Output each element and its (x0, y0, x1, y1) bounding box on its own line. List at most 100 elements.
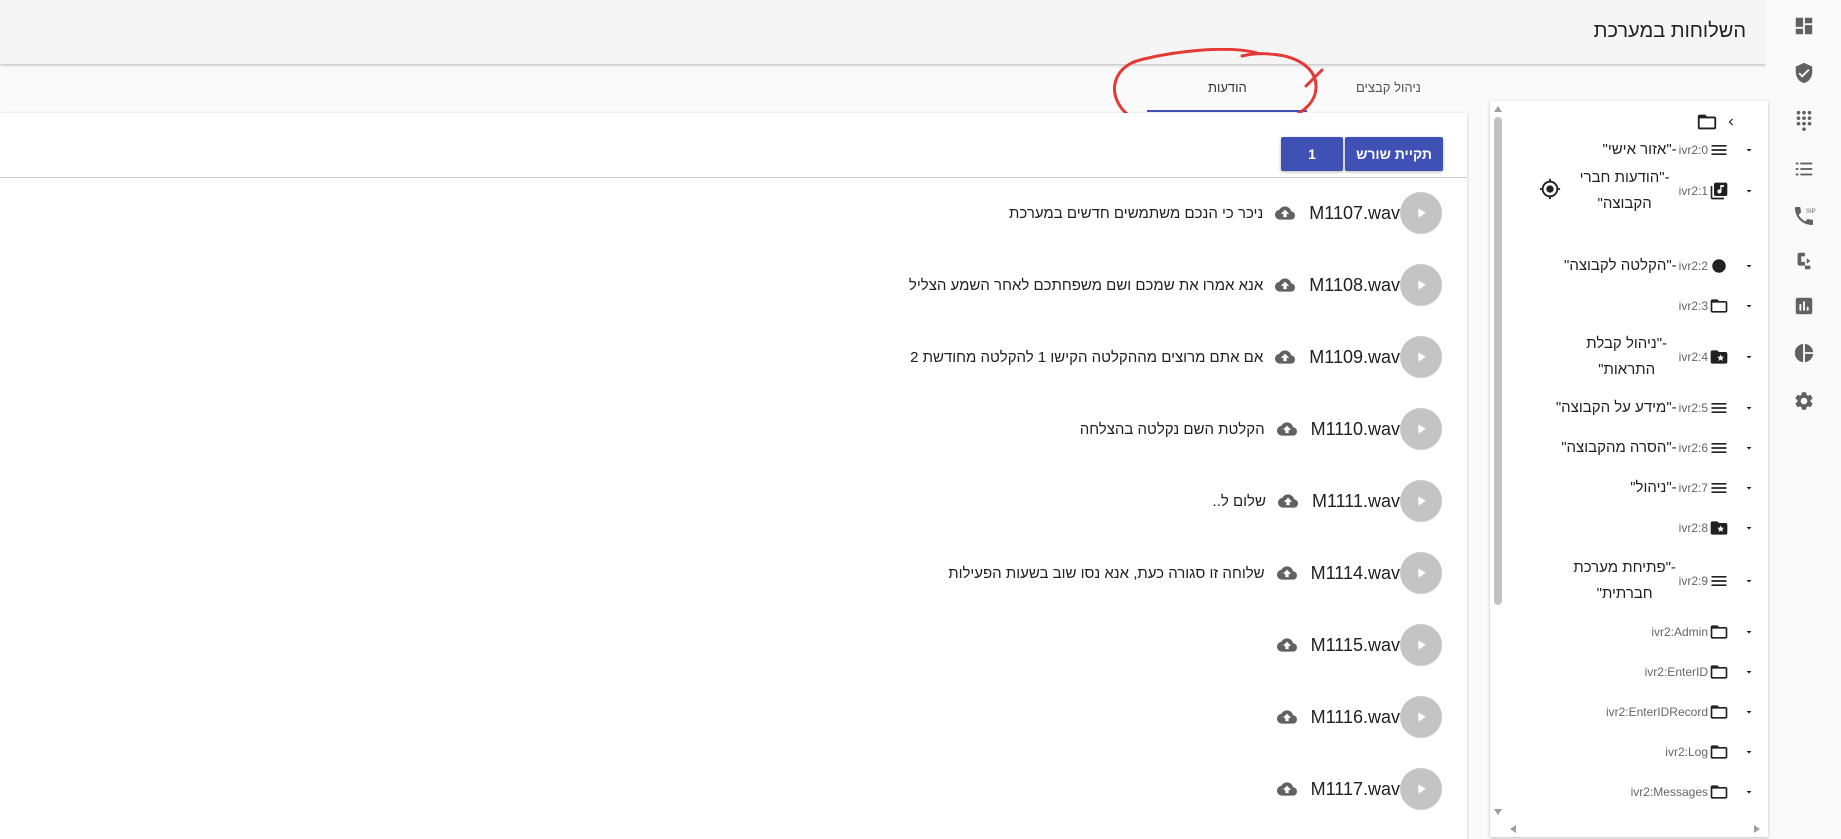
file-row: M1117.wav (1265, 768, 1442, 810)
expand-caret-icon[interactable] (1730, 666, 1768, 678)
cloud-upload-icon[interactable] (1275, 563, 1299, 583)
collapse-chevron-icon[interactable] (1724, 115, 1738, 129)
scroll-right-arrow[interactable] (1754, 825, 1760, 833)
tree-node-ivr2-6[interactable]: ivr2:6 -"הסרה מהקבוצה" (1506, 435, 1768, 461)
star-folder-icon (1708, 347, 1730, 367)
expand-caret-icon[interactable] (1730, 575, 1768, 587)
sip-phone-icon[interactable]: SIP (1766, 192, 1841, 240)
expand-caret-icon[interactable] (1730, 746, 1768, 758)
node-code: ivr2:3 (1678, 299, 1708, 313)
dashboard-icon[interactable] (1766, 2, 1841, 50)
tree-node-ivr2-admin[interactable]: ivr2:Admin (1506, 619, 1768, 645)
tree-root-header[interactable] (1696, 111, 1738, 133)
play-button[interactable] (1400, 768, 1442, 810)
expand-caret-icon[interactable] (1730, 144, 1768, 156)
expand-caret-icon[interactable] (1730, 442, 1768, 454)
folder-icon (1708, 782, 1730, 802)
expand-caret-icon[interactable] (1730, 185, 1768, 197)
file-name: M1117.wav (1310, 778, 1400, 799)
expand-caret-icon[interactable] (1730, 351, 1768, 363)
folder-icon (1708, 702, 1730, 722)
root-folder-button[interactable]: תקיית שורש (1345, 137, 1443, 171)
tree-node-ivr2-messages[interactable]: ivr2:Messages (1506, 779, 1768, 805)
cloud-upload-icon[interactable] (1275, 419, 1299, 439)
tree-node-ivr2-0[interactable]: ivr2:0 -"אזור אישי" (1506, 137, 1768, 163)
tree-node-ivr2-3[interactable]: ivr2:3 (1506, 293, 1768, 319)
expand-caret-icon[interactable] (1730, 402, 1768, 414)
folder-icon (1708, 742, 1730, 762)
node-code: ivr2:8 (1678, 521, 1708, 535)
target-icon[interactable] (1539, 178, 1561, 205)
level-button[interactable]: 1 (1281, 137, 1343, 171)
play-button[interactable] (1400, 480, 1442, 522)
tree-node-ivr2-9[interactable]: ivr2:9 -"פתיחת מערכת חברתית" (1506, 553, 1768, 609)
tree-node-ivr2-4[interactable]: ivr2:4 -"ניהול קבלת התראות" (1506, 329, 1768, 385)
expand-caret-icon[interactable] (1730, 260, 1768, 272)
phone-forward-icon[interactable] (1766, 237, 1841, 285)
folder-icon (1708, 662, 1730, 682)
cloud-upload-icon[interactable] (1275, 635, 1299, 655)
cloud-upload-icon[interactable] (1275, 779, 1299, 799)
cloud-upload-icon[interactable] (1275, 707, 1299, 727)
node-name: -"הודעות חברי הקבוצה" (1579, 169, 1670, 212)
tree-node-ivr2-5[interactable]: ivr2:5 -"מידע על הקבוצה" (1506, 395, 1768, 421)
node-code: ivr2:Admin (1651, 625, 1708, 639)
play-button[interactable] (1400, 624, 1442, 666)
tree-node-ivr2-7[interactable]: ivr2:7 -"ניהול" (1506, 475, 1768, 501)
scroll-left-arrow[interactable] (1510, 825, 1516, 833)
cloud-upload-icon[interactable] (1273, 347, 1297, 367)
tree-node-ivr2-8[interactable]: ivr2:8 (1506, 515, 1768, 541)
verified-shield-icon[interactable] (1766, 49, 1841, 97)
node-name: -"הסרה מהקבוצה" (1561, 439, 1677, 456)
play-button[interactable] (1400, 264, 1442, 306)
node-name: -"ניהול קבלת התראות" (1586, 335, 1668, 378)
bar-chart-icon[interactable] (1766, 282, 1841, 330)
expand-caret-icon[interactable] (1730, 706, 1768, 718)
file-description: אנא אמרו את שמכם ושם משפחתכם לאחר השמע ה… (908, 276, 1264, 294)
scroll-thumb[interactable] (1494, 117, 1502, 605)
file-description: הקלטת השם נקלטה בהצלחה (1079, 420, 1265, 438)
file-description: שלום ל.. (1212, 492, 1266, 510)
expand-caret-icon[interactable] (1730, 522, 1768, 534)
tab-file-management[interactable]: ניהול קבצים (1356, 80, 1421, 95)
tree-node-ivr2-1[interactable]: ivr2:1 -"הודעות חברי הקבוצה" (1506, 163, 1768, 219)
expand-caret-icon[interactable] (1730, 482, 1768, 494)
node-code: ivr2:Log (1665, 745, 1708, 759)
expand-caret-icon[interactable] (1730, 786, 1768, 798)
tree-node-ivr2-enterid[interactable]: ivr2:EnterID (1506, 659, 1768, 685)
node-code: ivr2:Messages (1630, 785, 1708, 799)
tree-node-ivr2-enteridrecord[interactable]: ivr2:EnterIDRecord (1506, 699, 1768, 725)
tree-vertical-scrollbar[interactable] (1492, 103, 1504, 821)
expand-caret-icon[interactable] (1730, 626, 1768, 638)
file-name: M1115.wav (1310, 634, 1400, 655)
scroll-up-arrow[interactable] (1494, 106, 1502, 112)
menu-lines-icon (1708, 571, 1730, 591)
cloud-upload-icon[interactable] (1273, 203, 1297, 223)
cloud-upload-icon[interactable] (1273, 275, 1297, 295)
play-button[interactable] (1400, 696, 1442, 738)
list-icon[interactable] (1766, 145, 1841, 193)
tree-node-ivr2-log[interactable]: ivr2:Log (1506, 739, 1768, 765)
pie-chart-icon[interactable] (1766, 329, 1841, 377)
file-name: M1109.wav (1309, 346, 1400, 367)
node-name: -"מידע על הקבוצה" (1555, 399, 1677, 416)
file-row: M1115.wav (1265, 624, 1442, 666)
cloud-upload-icon[interactable] (1276, 491, 1300, 511)
play-button[interactable] (1400, 552, 1442, 594)
tree-horizontal-scrollbar[interactable] (1504, 823, 1760, 835)
scroll-down-arrow[interactable] (1494, 809, 1502, 815)
page-title: השלוחות במערכת (1593, 20, 1746, 42)
tree-node-ivr2-2[interactable]: ivr2:2 -"הקלטה לקבוצה" (1506, 253, 1768, 279)
file-name: M1108.wav (1309, 274, 1400, 295)
file-row: M1109.wav אם אתם מרוצים מההקלטה הקישו 1 … (910, 336, 1442, 378)
play-button[interactable] (1400, 192, 1442, 234)
play-button[interactable] (1400, 408, 1442, 450)
extensions-tree: ivr2:0 -"אזור אישי" ivr2:1 -"הודעות חברי… (1490, 101, 1768, 837)
settings-icon[interactable] (1766, 377, 1841, 425)
expand-caret-icon[interactable] (1730, 300, 1768, 312)
play-button[interactable] (1400, 336, 1442, 378)
music-library-icon (1708, 181, 1730, 201)
file-name: M1107.wav (1309, 202, 1400, 223)
dialpad-icon[interactable] (1766, 96, 1841, 144)
tab-messages[interactable]: הודעות (1208, 80, 1247, 95)
